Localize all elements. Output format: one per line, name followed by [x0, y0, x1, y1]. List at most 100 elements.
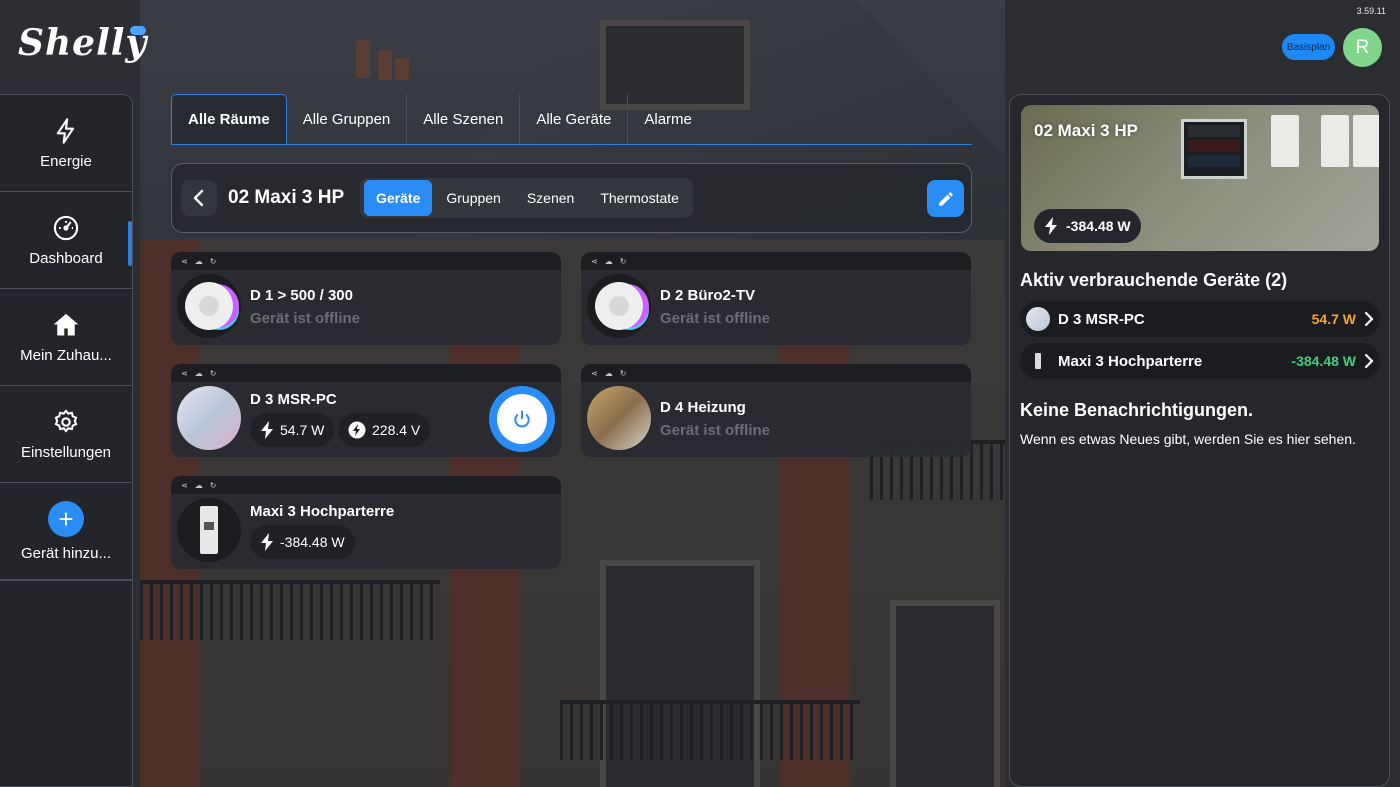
device-name: Maxi 3 Hochparterre — [250, 503, 395, 520]
din-rail-meter-icon — [1026, 349, 1050, 373]
tab-alarms[interactable]: Alarme — [628, 94, 708, 144]
room-tabs: Alle Räume Alle Gruppen Alle Szenen Alle… — [171, 94, 972, 145]
tab-all-rooms[interactable]: Alle Räume — [171, 94, 287, 144]
active-device-value: 54.7 W — [1311, 311, 1356, 327]
card-status-strip: ⋖ ☁ ↻ — [581, 252, 971, 270]
notifications-heading: Keine Benachrichtigungen. — [1020, 400, 1254, 420]
active-device-name: Maxi 3 Hochparterre — [1058, 352, 1203, 370]
device-thumbnail — [587, 386, 651, 450]
device-name: D 1 > 500 / 300 — [250, 287, 353, 304]
power-chip: 54.7 W — [250, 413, 335, 447]
device-name: D 2 Büro2-TV — [660, 287, 756, 304]
card-status-strip: ⋖ ☁ ↻ — [581, 364, 971, 382]
sync-icon: ↻ — [619, 368, 627, 378]
lightning-icon — [261, 421, 273, 439]
room-segment-control: Geräte Gruppen Szenen Thermostate — [360, 178, 693, 218]
card-status-strip: ⋖ ☁ ↻ — [171, 252, 561, 270]
share-icon: ⋖ — [181, 480, 188, 490]
device-status: Gerät ist offline — [660, 310, 771, 327]
active-device-row[interactable]: D 3 MSR-PC 54.7 W — [1020, 301, 1380, 337]
sidebar-item-home[interactable]: Mein Zuhau... — [0, 289, 132, 386]
tab-all-devices[interactable]: Alle Geräte — [520, 94, 629, 144]
sidebar-item-dashboard[interactable]: Dashboard — [0, 192, 132, 289]
home-icon — [53, 313, 79, 335]
active-device-row[interactable]: Maxi 3 Hochparterre -384.48 W — [1020, 343, 1380, 379]
sidebar-divider — [0, 580, 132, 581]
power-value: 54.7 W — [280, 422, 325, 438]
chevron-right-icon — [1364, 312, 1374, 326]
device-card[interactable]: ⋖ ☁ ↻ D 1 > 500 / 300 Gerät ist offline — [171, 252, 561, 345]
room-name: 02 Maxi 3 HP — [1034, 121, 1138, 140]
cloud-icon: ☁ — [604, 368, 613, 378]
lightning-icon — [261, 533, 273, 551]
breaker-image — [1353, 115, 1379, 167]
segment-groups[interactable]: Gruppen — [434, 180, 512, 216]
cloud-icon: ☁ — [194, 368, 203, 378]
cloud-icon: ☁ — [604, 256, 613, 266]
voltage-icon — [348, 421, 366, 439]
sidebar-item-label: Gerät hinzu... — [20, 544, 112, 562]
segment-thermostats[interactable]: Thermostate — [588, 180, 691, 216]
pencil-icon — [938, 191, 953, 206]
chevron-left-icon — [193, 189, 204, 207]
sidebar-active-indicator — [128, 221, 132, 266]
device-status: Gerät ist offline — [660, 422, 771, 439]
breaker-image — [1271, 115, 1299, 167]
active-devices-heading: Aktiv verbrauchende Geräte (2) — [1020, 270, 1288, 290]
active-device-value: -384.48 W — [1291, 353, 1356, 369]
power-icon — [514, 410, 530, 428]
device-thumbnail — [177, 386, 241, 450]
share-icon: ⋖ — [591, 256, 598, 266]
din-rail-meter-icon — [200, 506, 218, 554]
back-button[interactable] — [181, 180, 217, 216]
device-thumbnail — [177, 274, 241, 338]
voltage-chip: 228.4 V — [338, 413, 431, 447]
room-title: 02 Maxi 3 HP — [228, 187, 345, 208]
device-card[interactable]: ⋖ ☁ ↻ D 4 Heizung Gerät ist offline — [581, 364, 971, 457]
sync-icon: ↻ — [209, 480, 217, 490]
cloud-icon: ☁ — [194, 480, 203, 490]
sidebar: Energie Dashboard Mein Zuhau... Einstell… — [0, 94, 133, 787]
chevron-right-icon — [1364, 354, 1374, 368]
gear-icon — [54, 408, 78, 433]
sidebar-item-add-device[interactable]: + Gerät hinzu... — [0, 483, 132, 580]
device-thumbnail — [587, 274, 651, 338]
sidebar-item-energy[interactable]: Energie — [0, 95, 132, 192]
room-photo: 02 Maxi 3 HP -384.48 W — [1021, 105, 1379, 251]
device-card[interactable]: ⋖ ☁ ↻ Maxi 3 Hochparterre -384.48 W — [171, 476, 561, 569]
breaker-image — [1321, 115, 1349, 167]
segment-scenes[interactable]: Szenen — [515, 180, 586, 216]
tab-all-groups[interactable]: Alle Gruppen — [287, 94, 408, 144]
lightning-icon — [56, 117, 75, 144]
active-device-name: D 3 MSR-PC — [1058, 310, 1145, 328]
device-card[interactable]: ⋖ ☁ ↻ D 2 Büro2-TV Gerät ist offline — [581, 252, 971, 345]
plan-badge[interactable]: Basisplan — [1282, 34, 1335, 60]
segment-devices[interactable]: Geräte — [364, 180, 433, 216]
voltage-value: 228.4 V — [372, 422, 421, 438]
sync-icon: ↻ — [209, 368, 217, 378]
device-card[interactable]: ⋖ ☁ ↻ D 3 MSR-PC 54.7 W 228.4 V — [171, 364, 561, 457]
card-status-strip: ⋖ ☁ ↻ — [171, 476, 561, 494]
share-icon: ⋖ — [181, 256, 188, 266]
room-detail-panel: 02 Maxi 3 HP -384.48 W Aktiv verbrauchen… — [1009, 94, 1390, 787]
sidebar-item-settings[interactable]: Einstellungen — [0, 386, 132, 483]
device-status: Gerät ist offline — [250, 310, 361, 327]
lightning-icon — [1045, 217, 1057, 235]
avatar[interactable]: R — [1343, 28, 1382, 67]
power-toggle-button[interactable] — [489, 386, 555, 452]
tab-all-scenes[interactable]: Alle Szenen — [407, 94, 521, 144]
sidebar-item-label: Einstellungen — [20, 443, 112, 461]
clock: 3.59.11 — [1356, 6, 1386, 16]
power-value: -384.48 W — [280, 534, 345, 550]
plug-icon — [595, 282, 643, 330]
sync-icon: ↻ — [619, 256, 627, 266]
notifications-text: Wenn es etwas Neues gibt, werden Sie es … — [1020, 431, 1356, 447]
cloud-icon: ☁ — [194, 256, 203, 266]
cloud-icon — [130, 26, 146, 35]
sidebar-item-label: Mein Zuhau... — [20, 346, 112, 364]
energy-meter-display — [1181, 119, 1247, 179]
edit-room-button[interactable] — [927, 180, 964, 217]
shelly-logo[interactable]: Shelly — [18, 22, 147, 64]
device-name: D 3 MSR-PC — [250, 391, 337, 408]
sidebar-item-label: Energie — [40, 152, 92, 170]
